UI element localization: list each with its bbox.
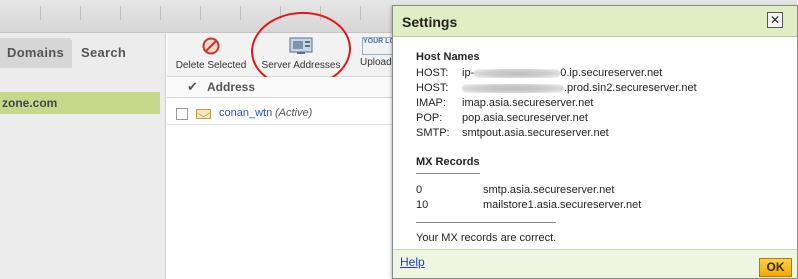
delete-selected-button[interactable]: Delete Selected [175,37,247,71]
host-names-heading: Host Names [416,51,480,63]
left-pane [0,33,166,279]
mx-host: smtp.asia.secureserver.net [483,184,615,196]
dialog-title: Settings [402,14,458,30]
mx-row: 10 mailstore1.asia.secureserver.net [416,198,641,213]
mx-records-heading: MX Records [416,156,480,168]
mx-priority: 0 [416,184,423,196]
table-row[interactable]: conan_wtn (Active) [167,103,393,125]
imap-line: IMAP: imap.asia.secureserver.net [416,96,593,111]
mx-divider [416,173,480,174]
pop-label: POP: [416,112,443,124]
mx-status-divider [416,222,556,223]
host-label: HOST: [416,82,449,94]
selected-domain-item[interactable]: zone.com [0,92,160,114]
mx-priority: 10 [416,199,429,211]
tab-search[interactable]: Search [81,38,126,68]
address-header-label: Address [207,80,256,94]
pop-line: POP: pop.asia.secureserver.net [416,111,588,126]
delete-selected-label: Delete Selected [175,60,247,71]
address-column-header: ✔ Address [167,77,393,98]
tab-domains[interactable]: Domains [0,38,72,68]
smtp-line: SMTP: smtpout.asia.secureserver.net [416,126,609,141]
redacted-blur [462,83,564,93]
delete-icon [175,37,247,58]
mx-status-text: Your MX records are correct. [416,232,557,244]
dialog-footer: Help OK [393,249,797,278]
settings-dialog: Settings ✕ Host Names HOST: ip- 0.ip.secur… [392,5,798,279]
checkmark-icon[interactable]: ✔ [187,79,198,95]
imap-label: IMAP: [416,97,446,109]
redacted-blur [474,68,561,78]
close-icon[interactable]: ✕ [767,12,783,28]
smtp-label: SMTP: [416,127,450,139]
ok-button[interactable]: OK [759,258,792,277]
help-link[interactable]: Help [400,255,425,269]
host-label: HOST: [416,67,449,79]
envelope-icon [196,109,211,119]
pop-value: pop.asia.secureserver.net [462,112,588,124]
dialog-title-bar: Settings ✕ [393,6,797,37]
host-prefix: ip- [462,67,475,79]
row-checkbox[interactable] [176,108,188,120]
host-value: 0.ip.secureserver.net [560,67,663,79]
address-link[interactable]: conan_wtn [219,107,272,119]
address-status: (Active) [275,107,313,119]
imap-value: imap.asia.secureserver.net [462,97,594,109]
host-value: .prod.sin2.secureserver.net [564,82,697,94]
host-line: HOST: ip- 0.ip.secureserver.net [416,66,662,81]
mx-row: 0 smtp.asia.secureserver.net [416,183,614,198]
mx-host: mailstore1.asia.secureserver.net [483,199,642,211]
dialog-body: Host Names HOST: ip- 0.ip.secureserver.net… [393,37,797,249]
smtp-value: smtpout.asia.secureserver.net [462,127,609,139]
host-line: HOST: .prod.sin2.secureserver.net [416,81,697,96]
